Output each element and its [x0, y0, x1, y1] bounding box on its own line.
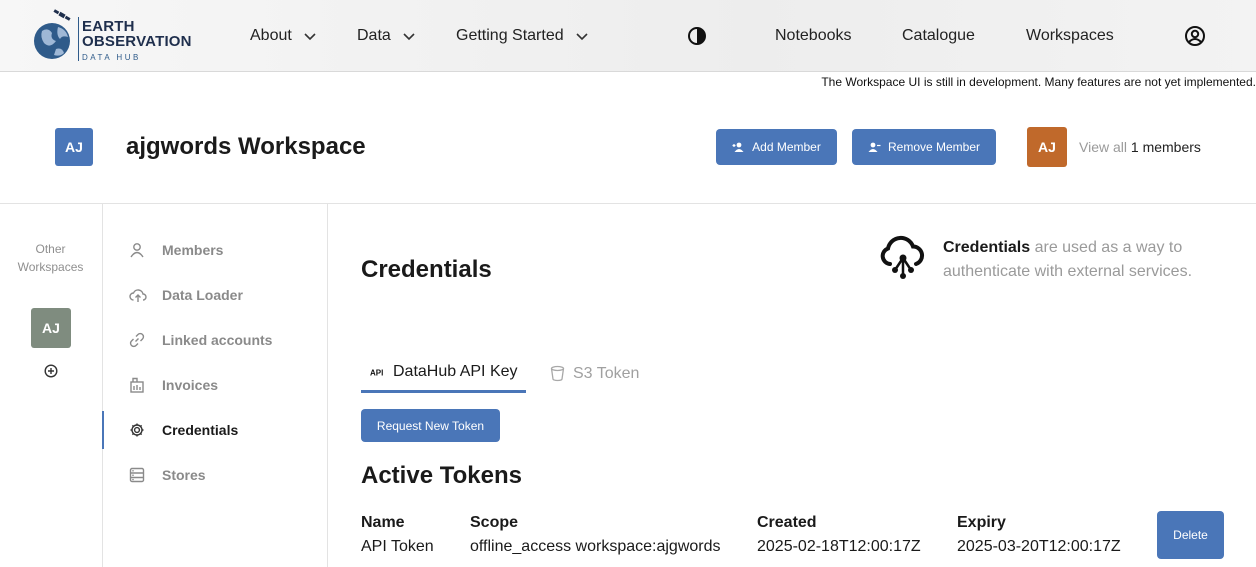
- nav-data[interactable]: Data: [357, 26, 417, 46]
- other-workspaces-label: Other Workspaces: [0, 240, 101, 276]
- menu-item-label: Members: [162, 242, 224, 258]
- cloud-upload-icon: [129, 289, 147, 302]
- menu-item-credentials[interactable]: Credentials: [102, 411, 327, 449]
- globe-icon: [34, 9, 71, 59]
- nav-workspaces-label: Workspaces: [1026, 27, 1114, 44]
- token-created: 2025-02-18T12:00:17Z: [757, 538, 921, 555]
- chevron-down-icon: [403, 33, 415, 41]
- logo-wordmark: EARTH OBSERVATION DATA HUB: [82, 19, 192, 65]
- gear-icon: [130, 423, 144, 437]
- menu-item-label: Credentials: [162, 422, 239, 438]
- chevron-down-icon: [304, 33, 316, 41]
- column-header-expiry: Expiry: [957, 514, 1006, 531]
- column-scope: Scope offline_access workspace:ajgwords: [470, 511, 721, 559]
- nav-getting-started[interactable]: Getting Started: [456, 26, 590, 46]
- add-person-icon: [732, 142, 744, 152]
- earth-observation-logo[interactable]: EARTH OBSERVATION DATA HUB: [32, 9, 192, 63]
- remove-member-label: Remove Member: [887, 140, 981, 154]
- menu-item-label: Invoices: [162, 377, 219, 393]
- nav-catalogue-label: Catalogue: [902, 27, 975, 44]
- top-navbar: EARTH OBSERVATION DATA HUB About Data Ge…: [0, 0, 1256, 72]
- token-expiry: 2025-03-20T12:00:17Z: [957, 538, 1121, 555]
- person-icon: [130, 243, 144, 258]
- contrast-toggle-icon[interactable]: [687, 26, 707, 46]
- account-icon[interactable]: [1184, 25, 1206, 47]
- credentials-title: Credentials: [361, 256, 492, 283]
- invoice-icon: [130, 377, 144, 393]
- other-workspace-avatar[interactable]: AJ: [31, 308, 71, 348]
- other-workspaces-label-word: Workspaces: [17, 260, 84, 274]
- remove-member-button[interactable]: Remove Member: [852, 129, 996, 165]
- nav-getting-started-label: Getting Started: [456, 27, 564, 44]
- token-scope: offline_access workspace:ajgwords: [470, 538, 721, 555]
- api-icon: API: [370, 369, 383, 378]
- menu-item-linked-accounts[interactable]: Linked accounts: [103, 321, 327, 359]
- member-avatar[interactable]: AJ: [1027, 127, 1067, 167]
- add-workspace-icon[interactable]: [44, 364, 58, 378]
- page-title: ajgwords Workspace: [126, 133, 366, 160]
- view-all-label: View all: [1079, 139, 1127, 155]
- svg-text:API: API: [370, 369, 383, 378]
- nav-workspaces[interactable]: Workspaces: [1026, 26, 1114, 46]
- logo-line-1: EARTH: [82, 18, 135, 35]
- link-icon: [129, 332, 145, 348]
- view-all-members-link[interactable]: View all 1 members: [1079, 139, 1201, 155]
- logo-line-3: DATA HUB: [82, 53, 141, 62]
- column-header-name: Name: [361, 514, 405, 531]
- add-member-button[interactable]: Add Member: [716, 129, 837, 165]
- development-notice: The Workspace UI is still in development…: [821, 75, 1256, 89]
- column-name: Name API Token: [361, 511, 434, 559]
- nav-about-label: About: [250, 27, 292, 44]
- column-expiry: Expiry 2025-03-20T12:00:17Z: [957, 511, 1121, 559]
- menu-item-data-loader[interactable]: Data Loader: [103, 276, 327, 314]
- nav-notebooks[interactable]: Notebooks: [775, 26, 852, 46]
- remove-person-icon: [868, 142, 881, 152]
- menu-item-invoices[interactable]: Invoices: [103, 366, 327, 404]
- menu-item-label: Stores: [162, 467, 206, 483]
- logo-divider: [78, 17, 79, 61]
- storage-icon: [129, 467, 145, 483]
- credentials-description: Credentials are used as a way to authent…: [943, 236, 1233, 284]
- column-header-created: Created: [757, 514, 817, 531]
- tab-datahub-api-key-label: DataHub API Key: [393, 363, 518, 380]
- credentials-description-bold: Credentials: [943, 239, 1031, 256]
- tab-s3-token[interactable]: S3 Token: [549, 354, 639, 393]
- menu-item-members[interactable]: Members: [103, 231, 327, 269]
- nav-catalogue[interactable]: Catalogue: [902, 26, 975, 46]
- workspace-side-menu: Members Data Loader Linked accounts Invo…: [102, 204, 328, 567]
- members-count: 1 members: [1130, 139, 1201, 155]
- menu-item-stores[interactable]: Stores: [103, 456, 327, 494]
- nav-about[interactable]: About: [250, 26, 318, 46]
- menu-item-label: Linked accounts: [162, 332, 273, 348]
- menu-item-label: Data Loader: [162, 287, 243, 303]
- column-header-scope: Scope: [470, 514, 519, 531]
- request-new-token-button[interactable]: Request New Token: [361, 409, 500, 442]
- nav-data-label: Data: [357, 27, 391, 44]
- cloud-network-icon: [880, 235, 925, 279]
- nav-notebooks-label: Notebooks: [775, 27, 852, 44]
- workspace-avatar: AJ: [55, 128, 93, 166]
- chevron-down-icon: [576, 33, 588, 41]
- tab-datahub-api-key[interactable]: API DataHub API Key: [361, 354, 526, 393]
- other-workspaces-label-word: Other: [35, 242, 66, 256]
- active-tokens-title: Active Tokens: [361, 462, 522, 489]
- token-name: API Token: [361, 538, 434, 555]
- delete-token-button[interactable]: Delete: [1157, 511, 1224, 559]
- logo-line-2: OBSERVATION: [82, 33, 192, 50]
- column-created: Created 2025-02-18T12:00:17Z: [757, 511, 921, 559]
- bucket-icon: [550, 365, 565, 382]
- tab-s3-token-label: S3 Token: [573, 364, 640, 382]
- add-member-label: Add Member: [752, 140, 821, 154]
- other-workspaces-rail: Other Workspaces AJ: [0, 204, 103, 567]
